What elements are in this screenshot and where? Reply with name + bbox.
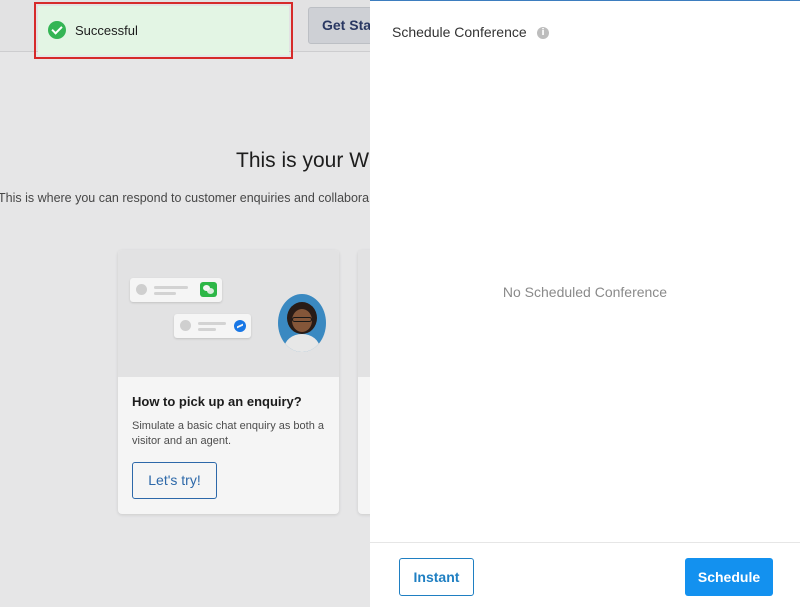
panel-title: Schedule Conference bbox=[392, 24, 527, 40]
info-icon[interactable]: i bbox=[537, 27, 549, 39]
toast-message: Successful bbox=[75, 23, 138, 38]
schedule-button[interactable]: Schedule bbox=[685, 558, 773, 596]
check-circle-icon bbox=[48, 21, 66, 39]
empty-state-message: No Scheduled Conference bbox=[502, 284, 668, 300]
schedule-conference-panel: Schedule Conference i No Scheduled Confe… bbox=[370, 0, 800, 607]
instant-button[interactable]: Instant bbox=[399, 558, 474, 596]
success-toast: Successful bbox=[38, 6, 289, 55]
panel-footer: Instant Schedule bbox=[370, 542, 800, 607]
